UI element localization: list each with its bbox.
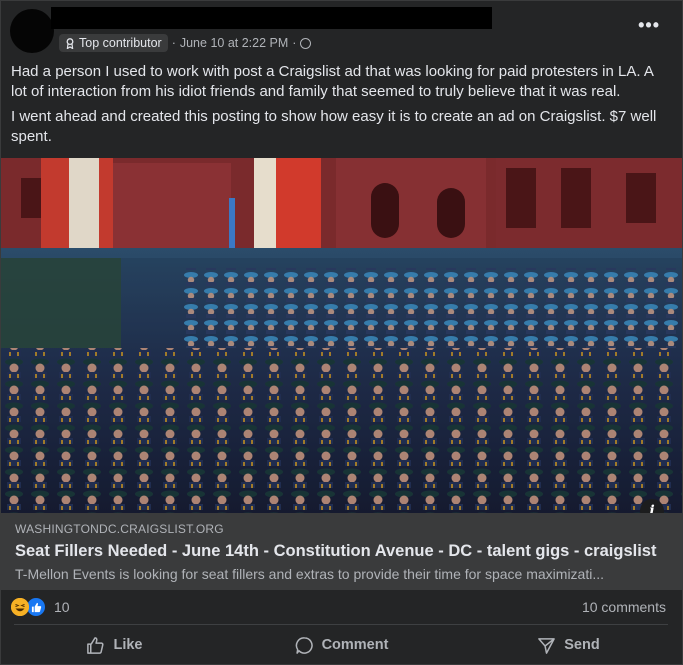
globe-icon[interactable] xyxy=(300,37,312,49)
comments-count-link[interactable]: 10 comments xyxy=(582,599,666,615)
send-label: Send xyxy=(564,637,600,653)
link-preview-image[interactable] xyxy=(1,158,682,513)
badge-label: Top contributor xyxy=(79,36,162,50)
more-options-button[interactable]: ••• xyxy=(638,16,660,34)
post-paragraph: I went ahead and created this posting to… xyxy=(11,108,657,145)
top-contributor-badge[interactable]: Top contributor xyxy=(59,34,168,52)
post-actions: Like Comment Send xyxy=(1,631,682,659)
link-description: T-Mellon Events is looking for seat fill… xyxy=(15,566,605,582)
reactions-summary[interactable]: 10 xyxy=(11,597,70,617)
send-button[interactable]: Send xyxy=(455,631,682,659)
thumbs-up-icon xyxy=(87,636,105,654)
contributor-badge-icon xyxy=(66,37,74,49)
haha-reaction-icon xyxy=(11,598,29,616)
post-card: Top contributor · June 10 at 2:22 PM · •… xyxy=(0,0,683,665)
parade-photo xyxy=(1,158,682,513)
comment-bubble-icon xyxy=(295,636,313,654)
meta-separator: · xyxy=(171,36,176,50)
like-label: Like xyxy=(113,637,143,653)
meta-separator: · xyxy=(292,36,297,50)
avatar[interactable] xyxy=(10,9,54,53)
post-meta: Top contributor · June 10 at 2:22 PM · xyxy=(59,34,312,52)
like-reaction-icon xyxy=(26,597,46,617)
comment-button[interactable]: Comment xyxy=(228,631,455,659)
send-icon xyxy=(538,637,556,654)
divider xyxy=(14,624,668,625)
link-domain: WASHINGTONDC.CRAIGSLIST.ORG xyxy=(15,522,224,536)
redacted-author-name xyxy=(51,7,492,29)
reaction-count: 10 xyxy=(54,599,70,615)
link-title[interactable]: Seat Fillers Needed - June 14th - Consti… xyxy=(15,542,656,561)
like-button[interactable]: Like xyxy=(1,631,228,659)
post-paragraph: Had a person I used to work with post a … xyxy=(11,63,654,100)
comment-label: Comment xyxy=(321,637,389,653)
post-timestamp[interactable]: June 10 at 2:22 PM xyxy=(180,36,288,50)
